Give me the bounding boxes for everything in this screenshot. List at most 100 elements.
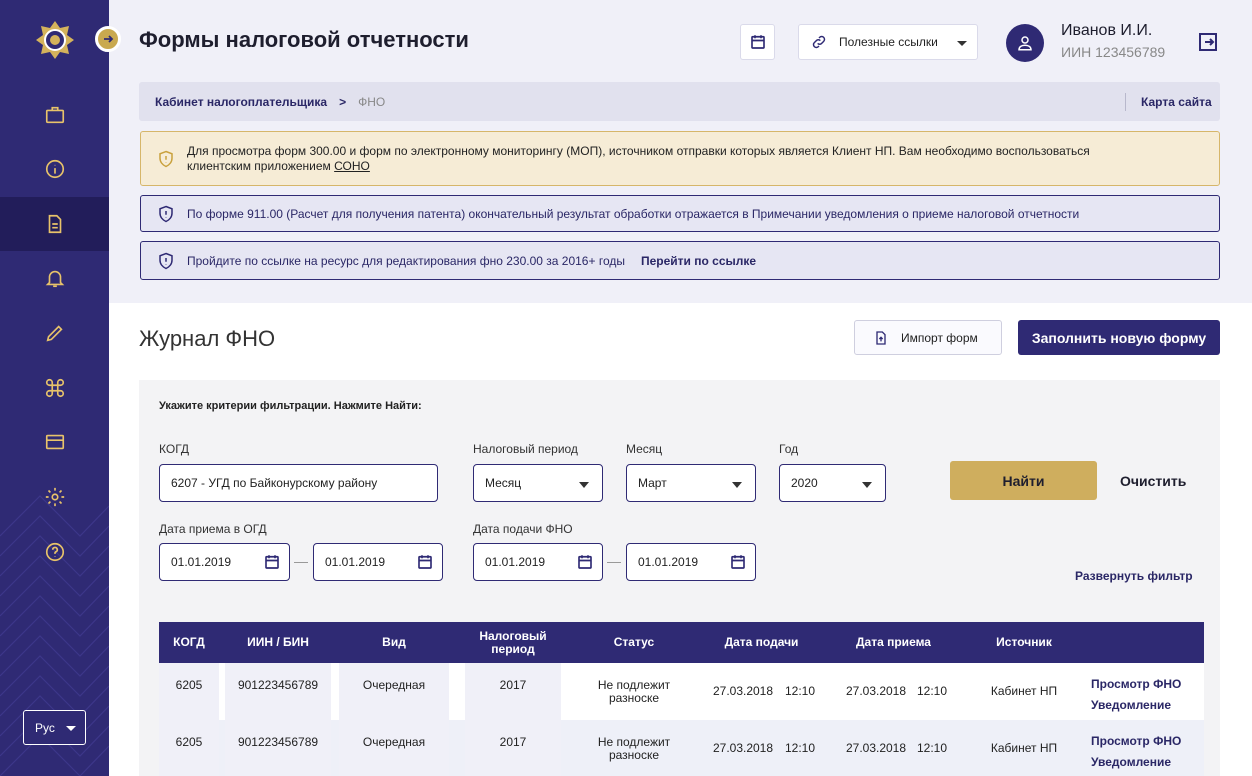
cell-kind: Очередная [339, 663, 449, 720]
info-alert-patent: По форме 911.00 (Расчет для получения па… [140, 195, 1220, 232]
help-icon [45, 542, 64, 562]
submit-date-from[interactable]: 01.01.2019 [473, 543, 603, 581]
nav-command[interactable] [0, 361, 109, 415]
nav-help[interactable] [0, 525, 109, 579]
col-source[interactable]: Источник [969, 622, 1079, 663]
chevron-down-icon [957, 41, 967, 46]
user-name: Иванов И.И. [1061, 22, 1153, 39]
submit-date-to[interactable]: 01.01.2019 [626, 543, 756, 581]
receive-date-to[interactable]: 01.01.2019 [313, 543, 443, 581]
receive-date-from-value: 01.01.2019 [171, 555, 232, 569]
notice-link[interactable]: Уведомление [1091, 695, 1171, 716]
breadcrumb: Кабинет налогоплательщика > ФНО Карта са… [139, 82, 1220, 121]
calendar-icon[interactable] [263, 553, 281, 571]
calendar-icon [750, 35, 765, 49]
command-icon [45, 378, 64, 398]
col-kind[interactable]: Вид [339, 622, 449, 663]
view-fno-link[interactable]: Просмотр ФНО [1091, 674, 1181, 695]
cell-receive-time: 12:10 [916, 684, 948, 698]
cell-receive-date: 27.03.2018 [845, 684, 907, 698]
view-fno-link[interactable]: Просмотр ФНО [1091, 731, 1181, 752]
warning-alert-body: Для просмотра форм 300.00 и форм по элек… [187, 144, 1099, 174]
avatar[interactable] [1006, 24, 1044, 62]
import-forms-label: Импорт форм [901, 330, 978, 345]
month-select[interactable]: Март [626, 464, 756, 502]
briefcase-icon [45, 106, 64, 124]
nav-settings[interactable] [0, 470, 109, 524]
period-label: Налоговый период [473, 442, 578, 456]
breadcrumb-item-current: ФНО [358, 94, 386, 109]
sono-link[interactable]: СОНО [334, 159, 370, 173]
sidebar-toggle-button[interactable] [95, 26, 121, 52]
warning-alert-text: Для просмотра форм 300.00 и форм по элек… [187, 143, 1090, 173]
submit-date-to-value: 01.01.2019 [638, 555, 699, 569]
cell-kogd: 6205 [159, 663, 219, 720]
find-button[interactable]: Найти [950, 461, 1097, 500]
nav-briefcase[interactable] [0, 88, 109, 142]
date-range-dash [294, 562, 308, 563]
kogd-field[interactable]: 6207 - УГД по Байконурскому району [159, 464, 438, 502]
language-select[interactable]: Рус [23, 710, 86, 745]
month-value: Март [638, 476, 667, 490]
breadcrumb-item-cabinet[interactable]: Кабинет налогоплательщика [155, 95, 327, 109]
receive-date-from[interactable]: 01.01.2019 [159, 543, 290, 581]
calendar-button[interactable] [740, 24, 775, 60]
table-row: 6205 901223456789 Очередная 2017 Не подл… [159, 663, 1204, 720]
cell-source: Кабинет НП [990, 684, 1058, 698]
table-row: 6205 901223456789 Очередная 2017 Не подл… [159, 720, 1204, 776]
follow-link[interactable]: Перейти по ссылке [641, 254, 756, 268]
col-submit-date[interactable]: Дата подачи [704, 622, 819, 663]
col-status[interactable]: Статус [579, 622, 689, 663]
shield-warning-icon [159, 150, 173, 167]
col-iin[interactable]: ИИН / БИН [225, 622, 331, 663]
arrow-right-icon [104, 35, 114, 43]
info-icon [45, 159, 64, 179]
clear-button[interactable]: Очистить [1120, 473, 1186, 489]
cell-iin: 901223456789 [225, 720, 331, 776]
cell-kind: Очередная [339, 720, 449, 776]
col-kogd[interactable]: КОГД [159, 622, 219, 663]
cell-submit-time: 12:10 [784, 741, 816, 755]
sitemap-link[interactable]: Карта сайта [1125, 93, 1220, 111]
table-header: КОГД ИИН / БИН Вид Налоговый период Стат… [159, 622, 1204, 663]
cell-status: Не подлежит разноске [597, 734, 671, 762]
user-iin: ИИН 123456789 [1061, 44, 1166, 60]
calendar-icon[interactable] [729, 553, 747, 571]
info-alert-fno230-text: Пройдите по ссылке на ресурс для редакти… [187, 253, 625, 268]
logout-icon[interactable] [1196, 30, 1220, 54]
chevron-down-icon [579, 482, 589, 488]
col-receive-date[interactable]: Дата приема [836, 622, 951, 663]
journal-title: Журнал ФНО [139, 326, 276, 351]
cell-actions: Просмотр ФНО Уведомление [1091, 663, 1201, 720]
submit-date-from-value: 01.01.2019 [485, 555, 546, 569]
kogd-label: КОГД [159, 442, 190, 456]
language-value: Рус [35, 720, 55, 735]
cell-receive-date: 27.03.2018 [845, 741, 907, 755]
cell-status: Не подлежит разноске [597, 677, 671, 705]
year-label: Год [779, 442, 799, 456]
nav-edit[interactable] [0, 306, 109, 360]
col-period[interactable]: Налоговый период [465, 622, 561, 663]
emblem-logo[interactable] [35, 20, 75, 60]
cell-submit-date: 27.03.2018 [712, 684, 774, 698]
cell-submit-date: 27.03.2018 [712, 741, 774, 755]
nav-payments[interactable] [0, 415, 109, 469]
notice-link[interactable]: Уведомление [1091, 752, 1171, 773]
user-icon [1018, 36, 1032, 51]
shield-info-icon [159, 252, 173, 269]
nav-documents[interactable] [0, 197, 109, 251]
useful-links-dropdown[interactable]: Полезные ссылки [798, 24, 978, 60]
calendar-icon[interactable] [416, 553, 434, 571]
cell-kogd: 6205 [159, 720, 219, 776]
shield-info-icon [159, 205, 173, 222]
import-forms-button[interactable]: Импорт форм [854, 320, 1002, 355]
link-icon [812, 35, 826, 49]
breadcrumb-separator: > [339, 94, 347, 109]
new-form-button[interactable]: Заполнить новую форму [1018, 320, 1220, 355]
calendar-icon[interactable] [576, 553, 594, 571]
nav-info[interactable] [0, 142, 109, 196]
expand-filter-link[interactable]: Развернуть фильтр [1075, 569, 1193, 583]
nav-notifications[interactable] [0, 251, 109, 305]
year-select[interactable]: 2020 [779, 464, 886, 502]
period-select[interactable]: Месяц [473, 464, 603, 502]
